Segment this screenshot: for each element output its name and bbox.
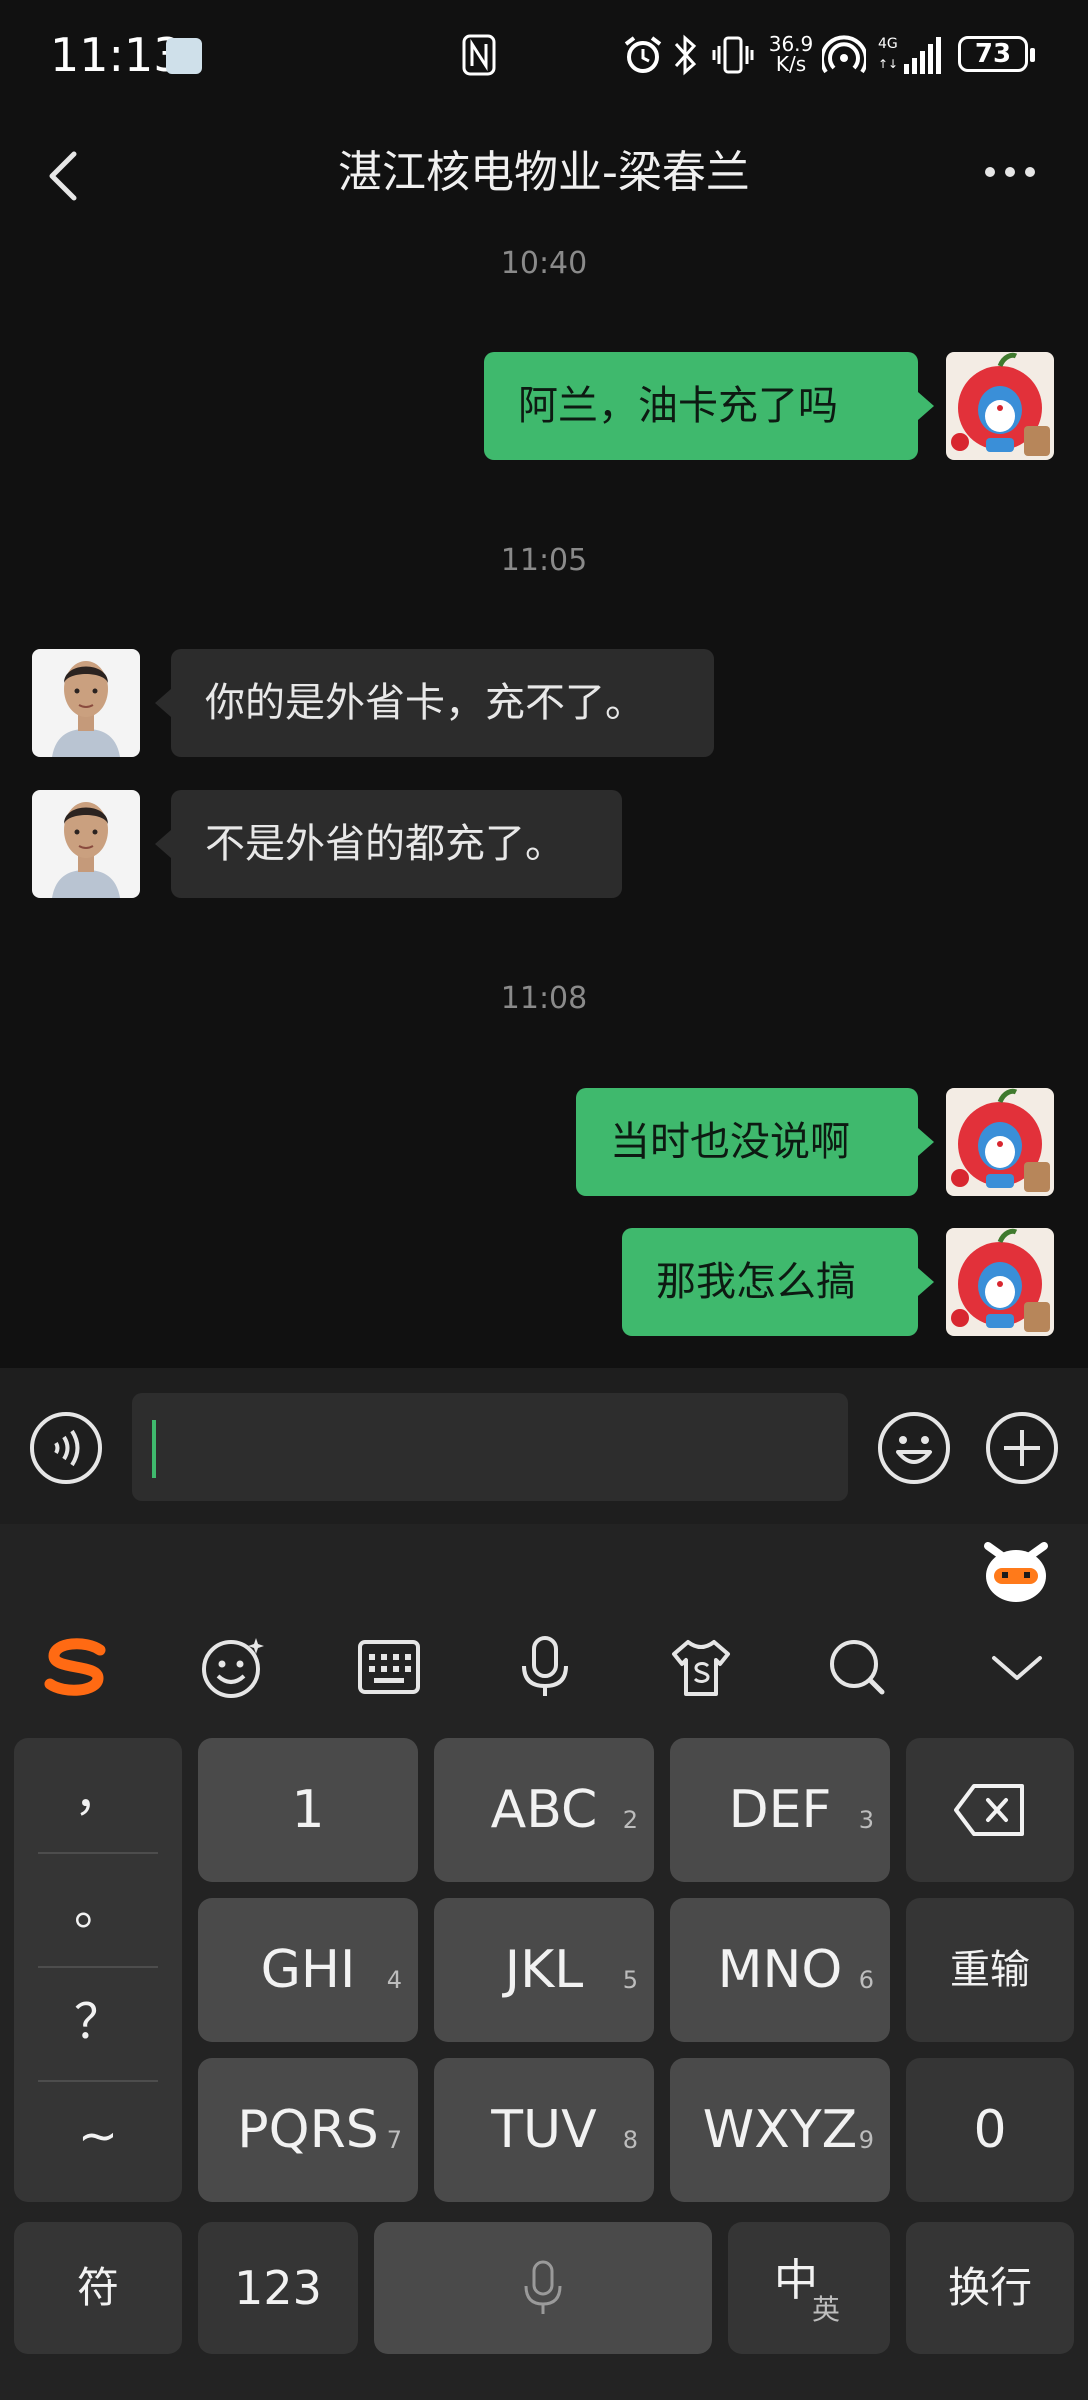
message-timestamp: 11:05 [500,543,588,578]
battery-tip [1030,48,1035,62]
my-avatar[interactable] [946,1088,1054,1196]
my-avatar[interactable] [946,1228,1054,1336]
keyboard-mascot-icon[interactable] [980,1534,1052,1606]
chat-title: 湛江核电物业-梁春兰 [338,147,750,198]
sogou-logo-icon[interactable] [40,1632,110,1702]
punct-key-period[interactable]: 。 [14,1852,182,1964]
skin-shirt-icon[interactable] [666,1632,736,1702]
message-timestamp: 10:40 [500,246,588,281]
status-time: 11:13 [50,28,183,82]
symbol-key[interactable]: 符 [14,2222,182,2354]
key-jkl[interactable]: 5 JKL [434,1898,654,2042]
search-icon[interactable] [822,1632,892,1702]
backspace-key[interactable] [906,1738,1074,1882]
text-cursor [152,1420,156,1478]
message-timestamp: 11:08 [500,981,588,1016]
backspace-icon [954,1784,1024,1836]
punct-key-comma[interactable]: ， [14,1738,182,1850]
keyboard-layout-icon[interactable] [354,1632,424,1702]
bubble-tail [155,689,171,717]
space-key[interactable] [374,2222,712,2354]
newline-key[interactable]: 换行 [906,2222,1074,2354]
message-bubble-sent[interactable]: 当时也没说啊 [576,1088,918,1196]
punct-key-tilde[interactable]: ~ [14,2080,182,2192]
hotspot-icon [822,35,866,74]
key-ghi[interactable]: 4 GHI [198,1898,418,2042]
notification-image-icon [166,38,202,74]
bubble-tail [918,1268,934,1296]
collapse-keyboard-icon[interactable] [982,1632,1052,1702]
contact-avatar[interactable] [32,649,140,757]
emoji-icon[interactable] [876,1410,952,1486]
svg-text:↑↓: ↑↓ [878,57,898,71]
key-def[interactable]: 3 DEF [670,1738,890,1882]
key-0[interactable]: 0 [906,2058,1074,2202]
key-abc[interactable]: 2 ABC [434,1738,654,1882]
bluetooth-icon [674,34,697,76]
bubble-tail [918,392,934,420]
my-avatar[interactable] [946,352,1054,460]
more-functions-plus-icon[interactable] [984,1410,1060,1486]
key-wxyz[interactable]: 9 WXYZ [670,2058,890,2202]
key-1[interactable]: 1 [198,1738,418,1882]
voice-input-icon[interactable] [28,1410,104,1486]
message-bubble-sent[interactable]: 阿兰，油卡充了吗 [484,352,918,460]
signal-4g-icon: 4G ↑↓ [878,36,941,74]
space-microphone-icon [524,2260,562,2314]
bubble-tail [918,1128,934,1156]
bubble-tail [155,830,171,858]
reinput-key[interactable]: 重输 [906,1898,1074,2042]
alarm-icon [624,36,662,73]
punct-key-question[interactable]: ？ [14,1966,182,2078]
message-bubble-sent[interactable]: 那我怎么搞 [622,1228,918,1336]
network-speed: 36.9 K/s [768,32,814,76]
microphone-icon[interactable] [510,1632,580,1702]
message-input[interactable] [132,1393,848,1501]
language-switch-key[interactable]: 中 英 [728,2222,890,2354]
battery-icon: 73 [958,36,1028,72]
more-options-icon[interactable] [980,160,1040,184]
message-bubble-received[interactable]: 你的是外省卡，充不了。 [171,649,714,757]
key-mno[interactable]: 6 MNO [670,1898,890,2042]
svg-text:4G: 4G [878,36,898,52]
message-bubble-received[interactable]: 不是外省的都充了。 [171,790,622,898]
nfc-icon [462,34,496,76]
contact-avatar[interactable] [32,790,140,898]
key-pqrs[interactable]: 7 PQRS [198,2058,418,2202]
numbers-key[interactable]: 123 [198,2222,358,2354]
vibrate-icon [712,36,754,74]
key-tuv[interactable]: 8 TUV [434,2058,654,2202]
emoji-panel-icon[interactable] [198,1632,268,1702]
